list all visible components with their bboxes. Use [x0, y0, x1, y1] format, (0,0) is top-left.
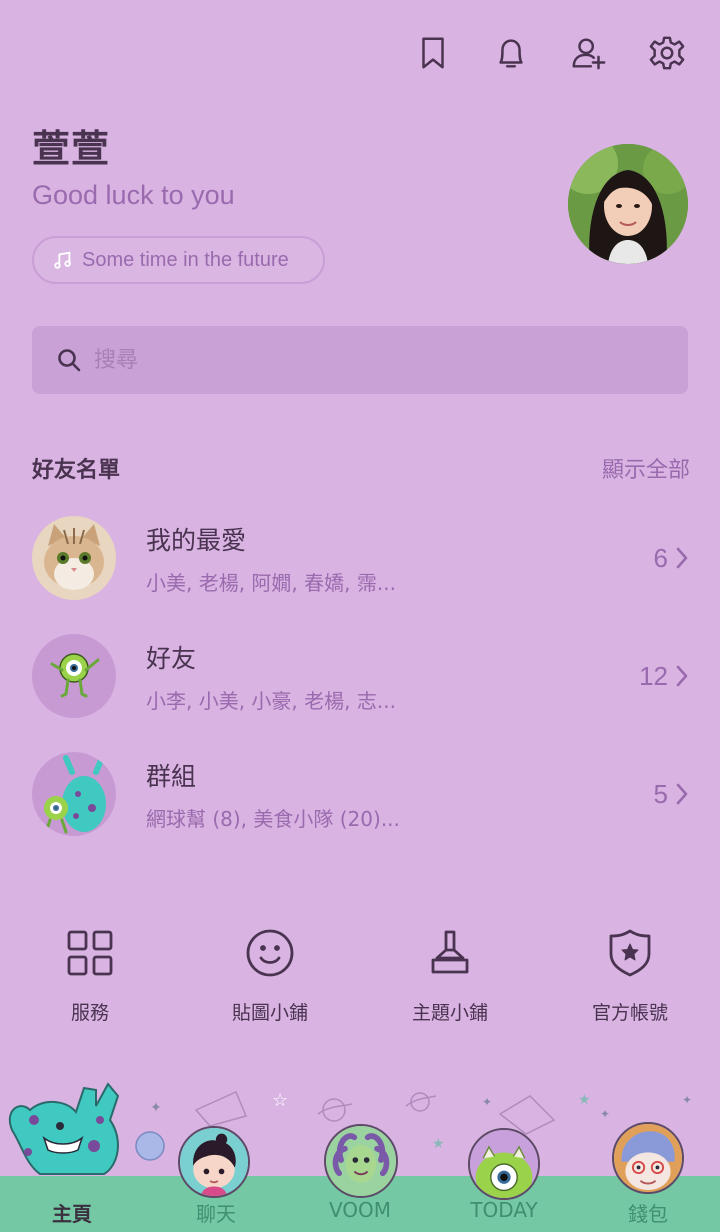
show-all-link[interactable]: 顯示全部 — [602, 452, 690, 484]
service-label: 主題小鋪 — [411, 1002, 488, 1024]
tab-wallet-character — [612, 1122, 684, 1194]
svg-text:★: ★ — [578, 1091, 591, 1107]
svg-text:✦: ✦ — [682, 1093, 692, 1107]
settings-icon[interactable] — [648, 32, 686, 74]
search-bar[interactable] — [32, 326, 688, 394]
chevron-right-icon — [676, 665, 688, 687]
list-item-count: 12 — [639, 661, 690, 692]
search-icon — [58, 349, 81, 372]
add-friend-icon[interactable] — [570, 32, 608, 74]
profile-music-button[interactable]: Some time in the future — [32, 236, 325, 284]
list-item-favorites[interactable]: 我的最愛 小美, 老楊, 阿嫺, 春嬌, 霈... 6 — [32, 516, 690, 600]
list-item-groups[interactable]: 群組 網球幫 (8), 美食小隊 (20)... 5 — [32, 752, 690, 836]
bookmark-icon[interactable] — [414, 32, 452, 74]
section-title: 好友名單 — [32, 458, 121, 483]
tab-home[interactable]: 主頁 — [0, 1198, 144, 1227]
tab-chat-character — [178, 1126, 250, 1198]
search-input[interactable] — [94, 347, 654, 373]
brush-icon — [431, 930, 469, 974]
service-label: 服務 — [70, 1002, 109, 1024]
favorites-avatar — [32, 516, 116, 600]
list-item-title: 我的最愛 — [146, 525, 247, 555]
list-item-title: 好友 — [146, 643, 197, 673]
service-label: 貼圖小鋪 — [231, 1002, 308, 1024]
list-item-count: 5 — [654, 779, 690, 810]
svg-text:✦: ✦ — [600, 1107, 610, 1121]
profile-name[interactable]: 萱萱 — [32, 118, 110, 173]
profile-avatar[interactable] — [568, 144, 688, 264]
tab-today-character — [468, 1128, 540, 1200]
service-label: 官方帳號 — [591, 1002, 668, 1024]
chevron-right-icon — [676, 547, 688, 569]
svg-text:★: ★ — [432, 1135, 445, 1151]
top-toolbar — [414, 32, 686, 74]
music-note-icon — [54, 251, 71, 269]
service-button-services[interactable]: 服務 — [0, 926, 180, 1025]
list-item-members: 小美, 老楊, 阿嫺, 春嬌, 霈... — [146, 570, 396, 595]
services-bar: 服務 貼圖小鋪 主題小鋪 官方帳號 — [0, 926, 720, 1025]
list-item-members: 小李, 小美, 小豪, 老楊, 志... — [146, 688, 396, 713]
svg-text:✦: ✦ — [482, 1095, 492, 1109]
shield-star-icon — [609, 929, 651, 977]
tab-wallet[interactable]: 錢包 — [576, 1198, 720, 1227]
grid-icon — [67, 930, 113, 976]
tab-today[interactable]: TODAY — [432, 1198, 576, 1222]
chevron-right-icon — [676, 783, 688, 805]
service-button-theme-shop[interactable]: 主題小鋪 — [360, 926, 540, 1025]
friends-avatar — [32, 634, 116, 718]
bell-icon[interactable] — [492, 32, 530, 74]
svg-text:☆: ☆ — [272, 1090, 288, 1110]
smiley-icon — [246, 929, 294, 977]
service-button-sticker-shop[interactable]: 貼圖小鋪 — [180, 926, 360, 1025]
tab-chats[interactable]: 聊天 — [144, 1198, 288, 1227]
music-title: Some time in the future — [82, 248, 289, 271]
profile-status-message[interactable]: Good luck to you — [32, 180, 235, 211]
svg-text:✦: ✦ — [150, 1099, 162, 1115]
list-item-friends[interactable]: 好友 小李, 小美, 小豪, 老楊, 志... 12 — [32, 634, 690, 718]
tab-voom-character — [324, 1124, 398, 1198]
list-item-title: 群組 — [146, 761, 197, 791]
list-item-members: 網球幫 (8), 美食小隊 (20)... — [146, 806, 400, 831]
list-item-count: 6 — [654, 543, 690, 574]
friends-section-header: 好友名單 顯示全部 — [32, 452, 690, 484]
tab-voom[interactable]: VOOM — [288, 1198, 432, 1222]
groups-avatar — [32, 752, 116, 836]
service-button-official-accounts[interactable]: 官方帳號 — [540, 926, 720, 1025]
